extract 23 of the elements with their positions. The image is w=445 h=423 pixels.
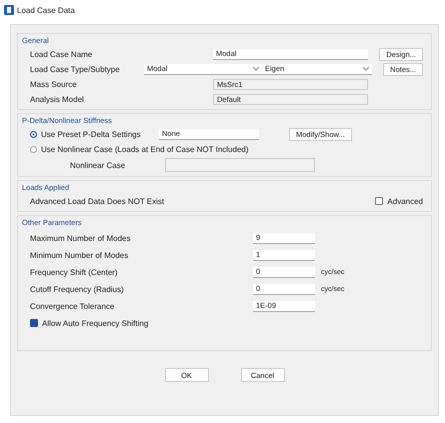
- field-label: Convergence Tolerance: [30, 302, 116, 310]
- field-label: Load Case Type/Subtype: [30, 64, 121, 74]
- radio-button[interactable]: [30, 130, 37, 138]
- caret-icon: [253, 66, 259, 70]
- caret-icon: [363, 66, 369, 70]
- radio-button[interactable]: [30, 146, 37, 152]
- field-label: Maximum Number of Modes: [30, 234, 132, 242]
- field-label: Minimum Number of Modes: [30, 250, 130, 260]
- checkbox[interactable]: [375, 197, 384, 205]
- radio-label: Use Preset P-Delta Settings: [41, 130, 142, 138]
- field-label: Load Case Name: [30, 50, 94, 58]
- info-text: Advanced Load Data Does NOT Exist: [30, 196, 164, 206]
- checkbox[interactable]: [30, 319, 38, 327]
- field-label: Nonlinear Case: [70, 160, 126, 170]
- checkbox-label: Advanced: [387, 196, 423, 206]
- app-icon: [4, 5, 14, 15]
- field-label: Mass Source: [30, 80, 78, 88]
- field-label: Analysis Model: [30, 94, 85, 104]
- field-label: Frequency Shift (Center): [30, 268, 119, 276]
- field-label: Cutoff Frequency (Radius): [30, 284, 125, 294]
- window-title: Load Case Data: [17, 6, 75, 14]
- checkbox-label: Allow Auto Frequency Shifting: [42, 318, 148, 328]
- radio-label: Use Nonlinear Case (Loads at End of Case NOT Included): [41, 144, 249, 154]
